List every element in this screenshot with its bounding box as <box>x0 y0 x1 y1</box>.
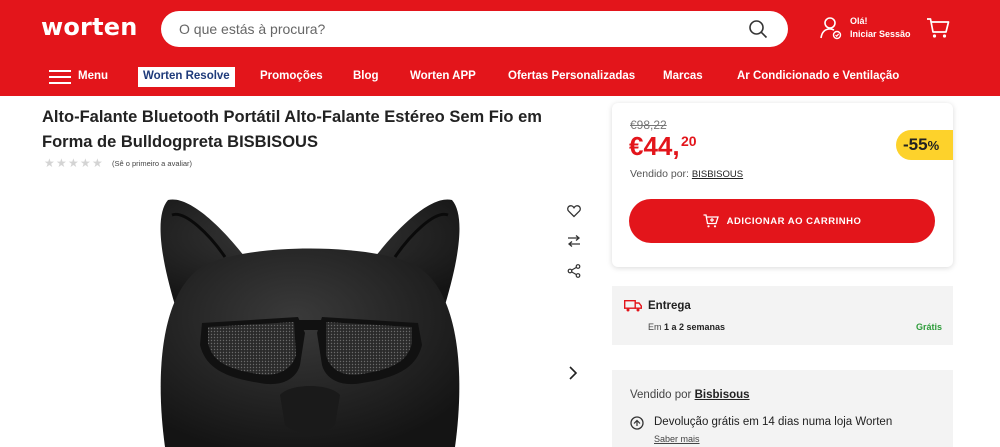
seller-sold-by-label: Vendido por <box>630 389 692 401</box>
next-image-chevron-icon[interactable] <box>567 366 579 380</box>
sold-by: Vendido por: BISBISOUS <box>630 168 743 180</box>
seller-link[interactable]: BISBISOUS <box>692 169 743 180</box>
product-image[interactable] <box>150 195 470 447</box>
nav-item-ofertas[interactable]: Ofertas Personalizadas <box>508 70 635 82</box>
delivery-time-value: 1 a 2 semanas <box>664 322 726 332</box>
delivery-title: Entrega <box>648 300 691 312</box>
discount-badge: -55% <box>896 130 953 160</box>
add-to-cart-button[interactable]: ADICIONAR AO CARRINHO <box>629 199 935 243</box>
worten-logo[interactable]: worten <box>41 13 138 41</box>
seller-name-link[interactable]: Bisbisous <box>695 389 750 401</box>
delivery-time-prefix: Em <box>648 322 662 332</box>
discount-value: -55 <box>903 135 928 154</box>
nav-item-promocoes[interactable]: Promoções <box>260 70 323 82</box>
star-icon: ★ <box>68 156 79 170</box>
add-to-cart-label: ADICIONAR AO CARRINHO <box>726 215 862 227</box>
delivery-card: Entrega Em 1 a 2 semanas Grátis <box>612 286 953 345</box>
nav-menu-label[interactable]: Menu <box>78 70 108 82</box>
current-price-cents: 20 <box>681 133 697 149</box>
nav-item-blog[interactable]: Blog <box>353 70 379 82</box>
nav-item-worten-resolve[interactable]: Worten Resolve <box>138 67 235 87</box>
rating-text[interactable]: (Sê o primeiro a avaliar) <box>112 159 192 168</box>
user-login-link[interactable]: Olá! Iniciar Sessão <box>850 15 911 41</box>
hamburger-menu-icon[interactable] <box>49 70 71 84</box>
star-icon: ★ <box>44 156 55 170</box>
nav-item-worten-app[interactable]: Worten APP <box>410 70 476 82</box>
price-card: €98,22 €44, 20 -55% Vendido por: BISBISO… <box>612 103 953 267</box>
cart-icon[interactable] <box>926 17 950 39</box>
return-icon <box>630 416 644 430</box>
user-login-label: Iniciar Sessão <box>850 29 911 39</box>
compare-icon[interactable] <box>567 234 581 248</box>
wishlist-heart-icon[interactable] <box>567 204 581 218</box>
know-more-link[interactable]: Saber mais <box>654 434 700 444</box>
product-title: Alto-Falante Bluetooth Portátil Alto-Fal… <box>42 108 542 151</box>
search-bar <box>161 11 788 47</box>
seller-line: Vendido por Bisbisous <box>630 389 750 401</box>
sold-by-label: Vendido por: <box>630 168 689 180</box>
seller-card: Vendido por Bisbisous Devolução grátis e… <box>612 370 953 447</box>
free-returns-text: Devolução grátis em 14 dias numa loja Wo… <box>654 416 893 428</box>
star-icon: ★ <box>56 156 67 170</box>
search-icon[interactable] <box>748 19 768 39</box>
share-icon[interactable] <box>567 264 581 278</box>
old-price: €98,22 <box>630 118 667 132</box>
nav-item-marcas[interactable]: Marcas <box>663 70 703 82</box>
delivery-cost: Grátis <box>915 322 942 332</box>
discount-unit: % <box>927 138 940 153</box>
current-price: €44, <box>629 131 680 161</box>
user-greeting: Olá! <box>850 16 868 26</box>
add-cart-icon <box>703 214 719 228</box>
search-input[interactable] <box>179 11 739 47</box>
delivery-time: Em 1 a 2 semanas <box>648 322 725 332</box>
user-icon[interactable] <box>820 16 842 40</box>
star-icon: ★ <box>80 156 91 170</box>
truck-icon <box>624 300 642 312</box>
star-icon: ★ <box>92 156 103 170</box>
rating-stars[interactable]: ★ ★ ★ ★ ★ <box>44 156 103 170</box>
nav-item-ar-condicionado[interactable]: Ar Condicionado e Ventilação <box>737 70 899 82</box>
